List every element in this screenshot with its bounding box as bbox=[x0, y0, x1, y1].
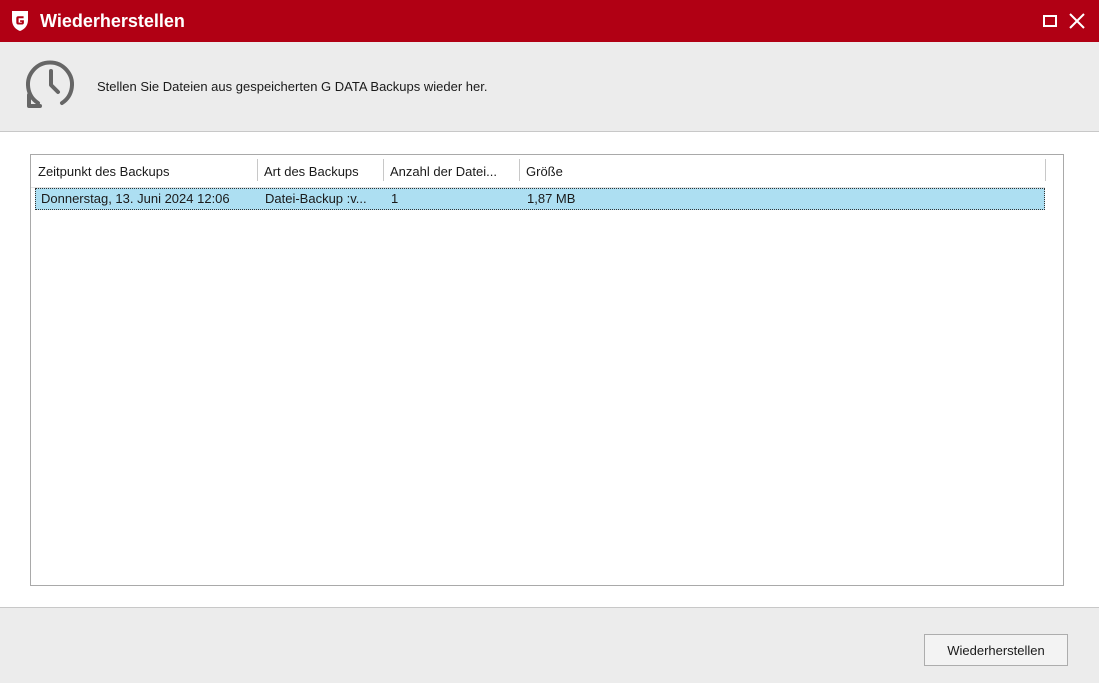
maximize-button[interactable] bbox=[1037, 8, 1063, 34]
footer-panel: Wiederherstellen bbox=[0, 607, 1099, 683]
window-title: Wiederherstellen bbox=[40, 11, 185, 31]
close-button[interactable] bbox=[1064, 8, 1090, 34]
gdata-shield-g-icon bbox=[12, 11, 28, 31]
table-row[interactable]: Donnerstag, 13. Juni 2024 12:06 Datei-Ba… bbox=[35, 188, 1045, 210]
header-panel: Stellen Sie Dateien aus gespeicherten G … bbox=[0, 42, 1099, 132]
cell-file-count: 1 bbox=[391, 191, 399, 206]
cell-size: 1,87 MB bbox=[527, 191, 576, 206]
header-description: Stellen Sie Dateien aus gespeicherten G … bbox=[97, 79, 488, 94]
column-header-file-count[interactable]: Anzahl der Datei... bbox=[383, 155, 519, 187]
list-header: Zeitpunkt des Backups Art des Backups An… bbox=[31, 155, 1046, 188]
title-bar: Wiederherstellen bbox=[0, 0, 1099, 42]
backup-list[interactable]: Zeitpunkt des Backups Art des Backups An… bbox=[30, 154, 1064, 586]
column-separator[interactable] bbox=[1045, 159, 1046, 181]
restore-button[interactable]: Wiederherstellen bbox=[924, 634, 1068, 666]
column-header-timestamp[interactable]: Zeitpunkt des Backups bbox=[31, 155, 257, 187]
close-icon bbox=[1069, 13, 1085, 29]
maximize-icon bbox=[1043, 15, 1057, 27]
column-header-type[interactable]: Art des Backups bbox=[257, 155, 383, 187]
cell-timestamp: Donnerstag, 13. Juni 2024 12:06 bbox=[41, 191, 230, 206]
cell-type: Datei-Backup :v... bbox=[265, 191, 367, 206]
column-header-size[interactable]: Größe bbox=[519, 155, 1045, 187]
restore-history-icon bbox=[26, 60, 74, 108]
